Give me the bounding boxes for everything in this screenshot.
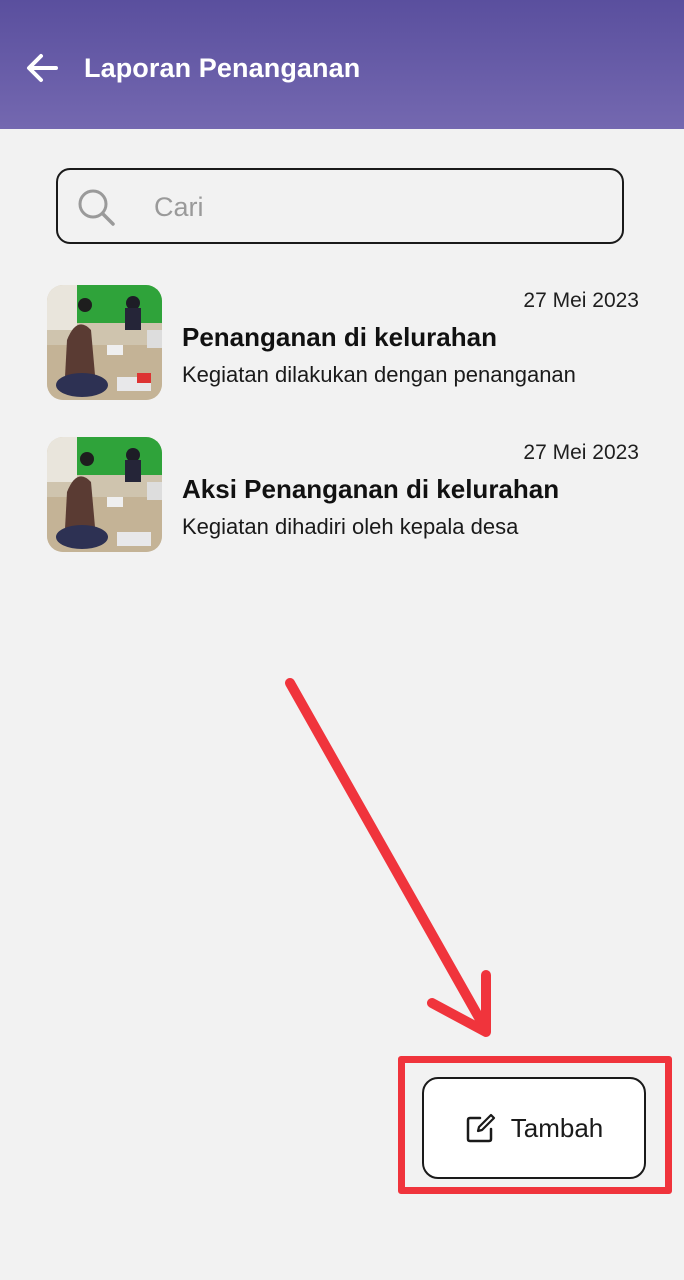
app-bar: Laporan Penanganan: [0, 0, 684, 129]
report-thumbnail: [47, 285, 162, 400]
edit-icon: [466, 1113, 495, 1143]
search-icon: [78, 189, 115, 226]
page-title: Laporan Penanganan: [84, 53, 361, 83]
report-date: 27 Mei 2023: [523, 289, 639, 312]
arrow-left-icon: [27, 54, 58, 82]
list-item[interactable]: 27 Mei 2023 Aksi Penanganan di kelurahan…: [47, 437, 647, 553]
report-title: Penanganan di kelurahan: [182, 322, 497, 352]
report-thumbnail: [47, 437, 162, 552]
report-description: Kegiatan dilakukan dengan penanganan: [182, 362, 576, 387]
report-description: Kegiatan dihadiri oleh kepala desa: [182, 514, 519, 539]
search-input[interactable]: [152, 182, 606, 232]
add-report-label: Tambah: [510, 1112, 604, 1143]
back-button[interactable]: [22, 48, 62, 88]
list-item[interactable]: 27 Mei 2023 Penanganan di kelurahan Kegi…: [47, 285, 647, 401]
add-report-button[interactable]: Tambah: [422, 1077, 646, 1179]
report-title: Aksi Penanganan di kelurahan: [182, 474, 560, 504]
report-date: 27 Mei 2023: [523, 441, 639, 464]
search-field[interactable]: [56, 168, 624, 244]
